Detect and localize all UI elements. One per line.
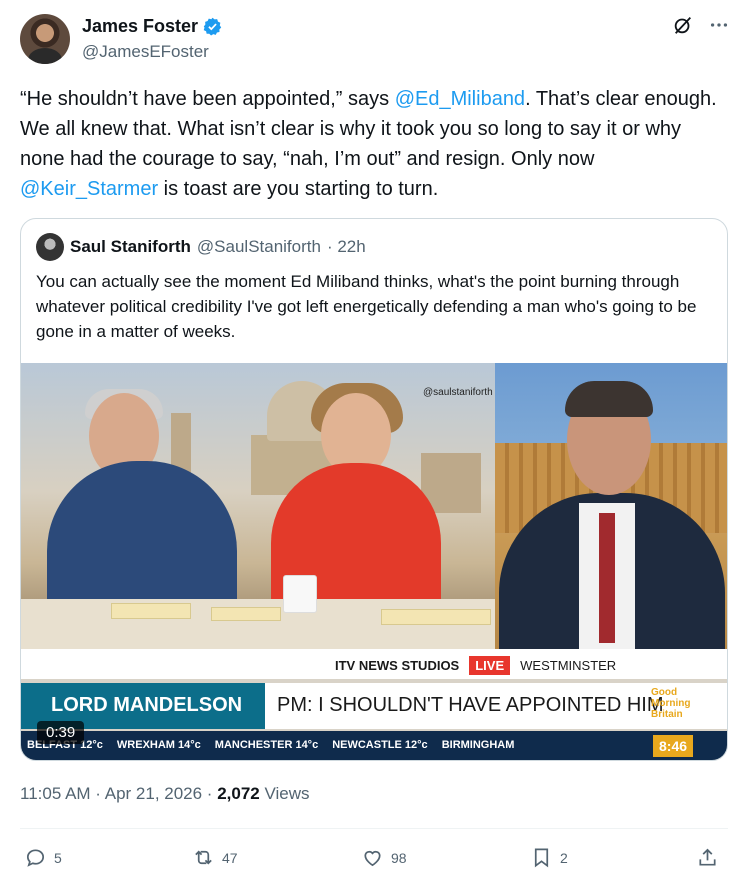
- tweet-text-part: is toast are you starting to turn.: [158, 178, 439, 200]
- tweet-timestamp[interactable]: 11:05 AM · Apr 21, 2026 ·: [20, 784, 217, 803]
- reply-count: 5: [54, 849, 62, 866]
- desk-paper: [381, 609, 491, 625]
- gmb-logo: Good Morning Britain: [651, 687, 691, 720]
- quoted-tweet[interactable]: Saul Staniforth @SaulStaniforth · 22h Yo…: [20, 218, 728, 761]
- quote-header: Saul Staniforth @SaulStaniforth · 22h: [36, 233, 366, 261]
- tweet-header: James Foster @JamesEFoster: [20, 14, 730, 66]
- ticker-item: MANCHESTER 14°c: [214, 739, 319, 751]
- verified-badge-icon: [203, 17, 222, 36]
- repost-button[interactable]: 47: [192, 846, 238, 869]
- quote-author-avatar: [36, 233, 64, 261]
- more-options-icon[interactable]: [708, 14, 730, 36]
- ticker-item: BIRMINGHAM: [441, 739, 515, 751]
- weather-ticker: BELFAST 12°c WREXHAM 14°c MANCHESTER 14°…: [21, 731, 727, 760]
- itv-news-studios: ITV NEWS STUDIOS: [335, 658, 460, 673]
- divider: [20, 828, 728, 829]
- like-count: 98: [391, 849, 407, 866]
- ticker-item: NEWCASTLE 12°c: [332, 739, 428, 751]
- lower-third: LORD MANDELSON PM: I SHOULDN'T HAVE APPO…: [21, 683, 727, 729]
- views-count: 2,072: [217, 784, 260, 803]
- author-name-row: James Foster: [82, 16, 222, 37]
- location-strap: ITV NEWS STUDIOS LIVE WESTMINSTER: [21, 649, 727, 679]
- quote-author-name: Saul Staniforth: [70, 237, 191, 256]
- presenter-male: [47, 461, 237, 621]
- author-name[interactable]: James Foster: [82, 16, 198, 37]
- broadcast-clock: 8:46: [653, 735, 694, 757]
- desk-paper: [211, 607, 281, 621]
- bookmark-button[interactable]: 2: [530, 846, 568, 869]
- quote-time: · 22h: [326, 237, 366, 256]
- guest-tie: [599, 513, 615, 643]
- reply-icon: [26, 849, 45, 867]
- repost-count: 47: [222, 849, 238, 866]
- video-duration: 0:39: [37, 721, 85, 744]
- grok-icon[interactable]: [672, 14, 694, 36]
- author-avatar[interactable]: [20, 14, 70, 64]
- studio-scene: @saulstaniforth: [21, 363, 495, 649]
- like-button[interactable]: 98: [361, 846, 407, 869]
- desk-paper: [111, 603, 191, 619]
- ticker-items: BELFAST 12°c WREXHAM 14°c MANCHESTER 14°…: [27, 739, 514, 751]
- tweet-text-part: “He shouldn’t have been appointed,” says: [20, 88, 395, 110]
- header-icons: [672, 14, 730, 36]
- bookmark-icon: [534, 848, 549, 868]
- lower-third-headline: PM: I SHOULDN'T HAVE APPOINTED HIM: [277, 694, 664, 716]
- bookmark-count: 2: [560, 849, 568, 866]
- tweet-meta: 11:05 AM · Apr 21, 2026 · 2,072 Views: [20, 784, 310, 804]
- reply-button[interactable]: 5: [24, 846, 62, 869]
- guest-hair: [565, 381, 653, 417]
- share-button[interactable]: [696, 846, 719, 869]
- quote-author-handle: @SaulStaniforth: [196, 237, 321, 256]
- remote-feed: [495, 363, 727, 653]
- views-label: Views: [259, 784, 310, 803]
- mention-link[interactable]: @Ed_Miliband: [395, 88, 525, 110]
- share-icon: [699, 848, 716, 866]
- repost-icon: [195, 850, 212, 865]
- strap-location: WESTMINSTER: [520, 658, 617, 673]
- tweet-text: “He shouldn’t have been appointed,” says…: [20, 84, 730, 204]
- strap-items: ITV NEWS STUDIOS LIVE WESTMINSTER: [335, 656, 616, 675]
- action-bar: 5 47 98 2: [24, 846, 724, 876]
- gmb-mug: [283, 575, 317, 613]
- mention-link[interactable]: @Keir_Starmer: [20, 178, 158, 200]
- ticker-item: WREXHAM 14°c: [116, 739, 201, 751]
- heart-icon: [364, 850, 381, 867]
- video-player[interactable]: @saulstaniforth ITV NEWS STUDIOS LIVE WE…: [21, 363, 727, 760]
- live-badge: LIVE: [469, 656, 511, 675]
- author-handle[interactable]: @JamesEFoster: [82, 42, 209, 62]
- video-watermark: @saulstaniforth: [423, 387, 493, 398]
- quote-text: You can actually see the moment Ed Milib…: [36, 272, 697, 341]
